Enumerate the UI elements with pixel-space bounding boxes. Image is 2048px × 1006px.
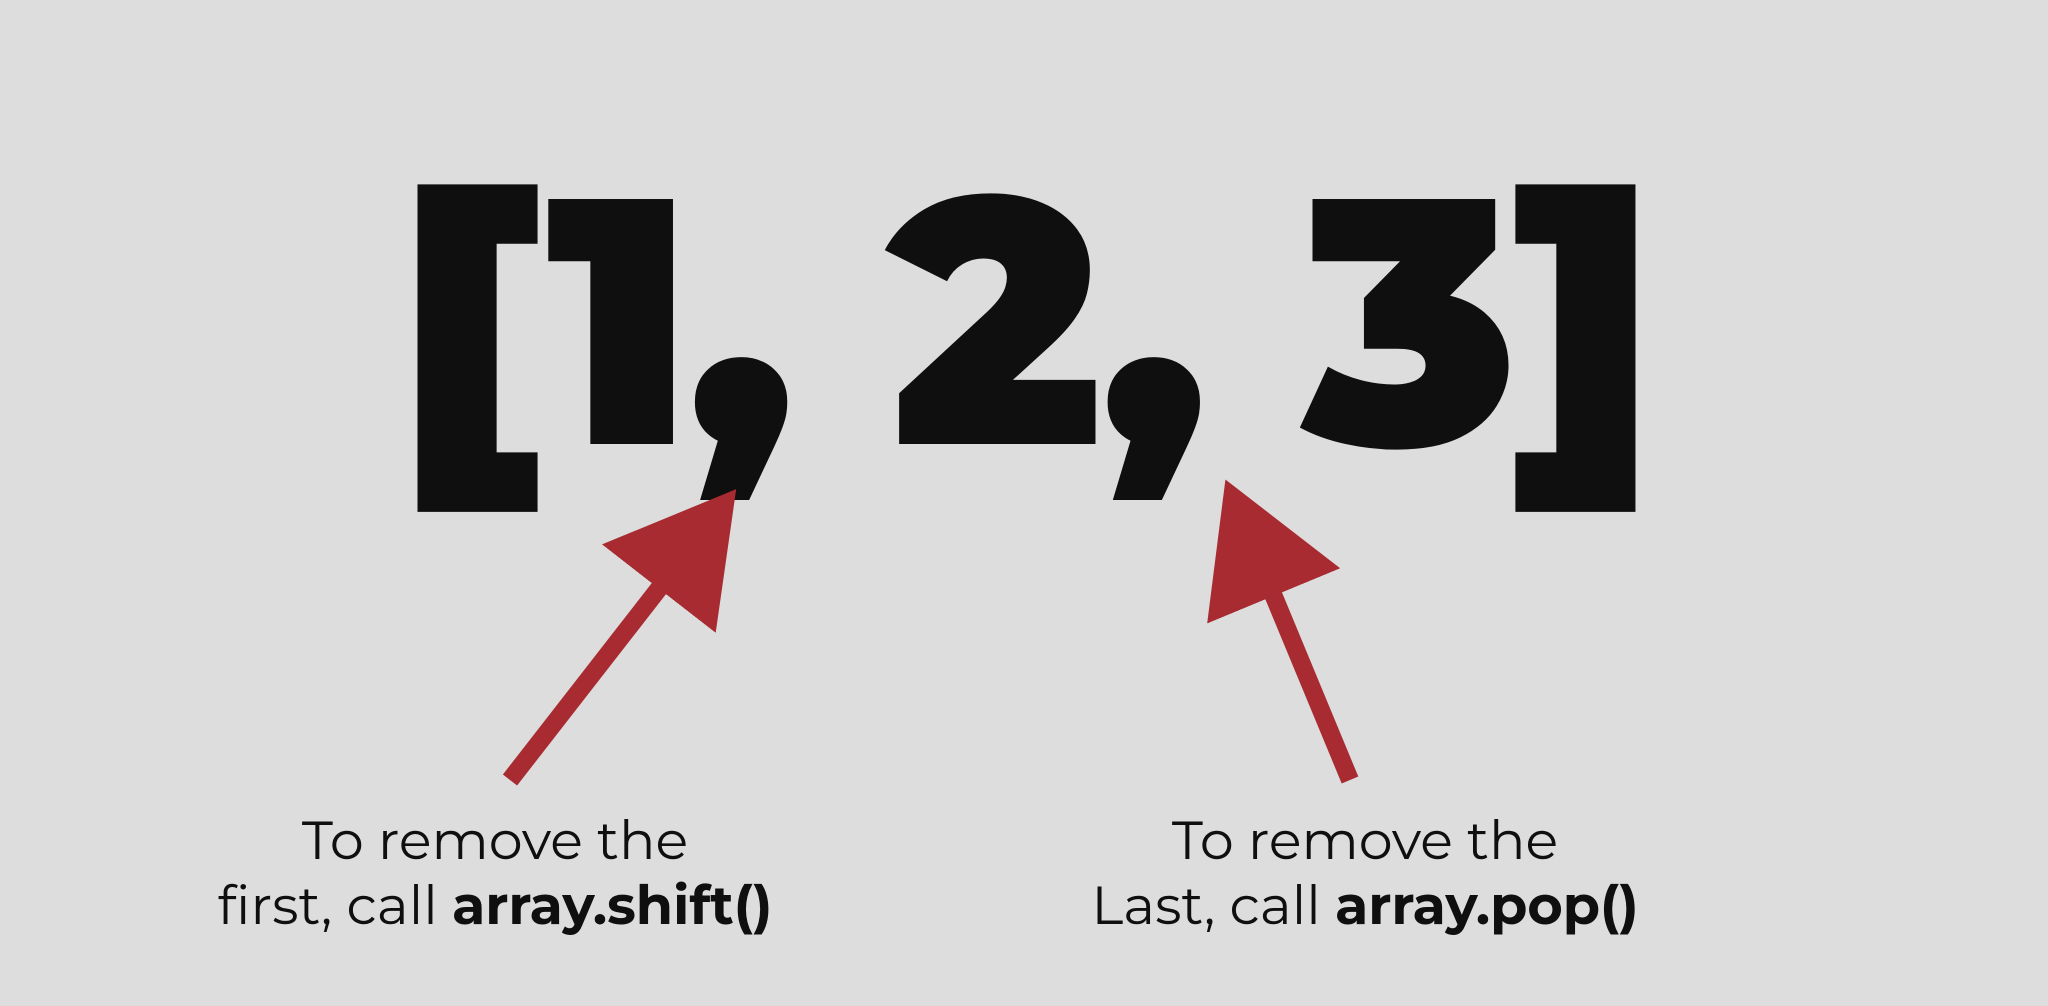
shift-caption-line1: To remove the [302, 807, 688, 873]
pop-caption-line2-plain: Last, call [1091, 872, 1335, 938]
right-arrow-icon [1185, 520, 1485, 820]
array-literal: [1, 2, 3] [398, 105, 1651, 532]
shift-caption: To remove the first, call array.shift() [185, 808, 805, 938]
shift-caption-line2-bold: array.shift() [452, 872, 772, 938]
pop-caption-line2-bold: array.pop() [1335, 872, 1639, 938]
shift-caption-line2-plain: first, call [218, 872, 452, 938]
pop-caption: To remove the Last, call array.pop() [1055, 808, 1675, 938]
pop-caption-line1: To remove the [1172, 807, 1558, 873]
left-arrow-icon [460, 520, 760, 820]
